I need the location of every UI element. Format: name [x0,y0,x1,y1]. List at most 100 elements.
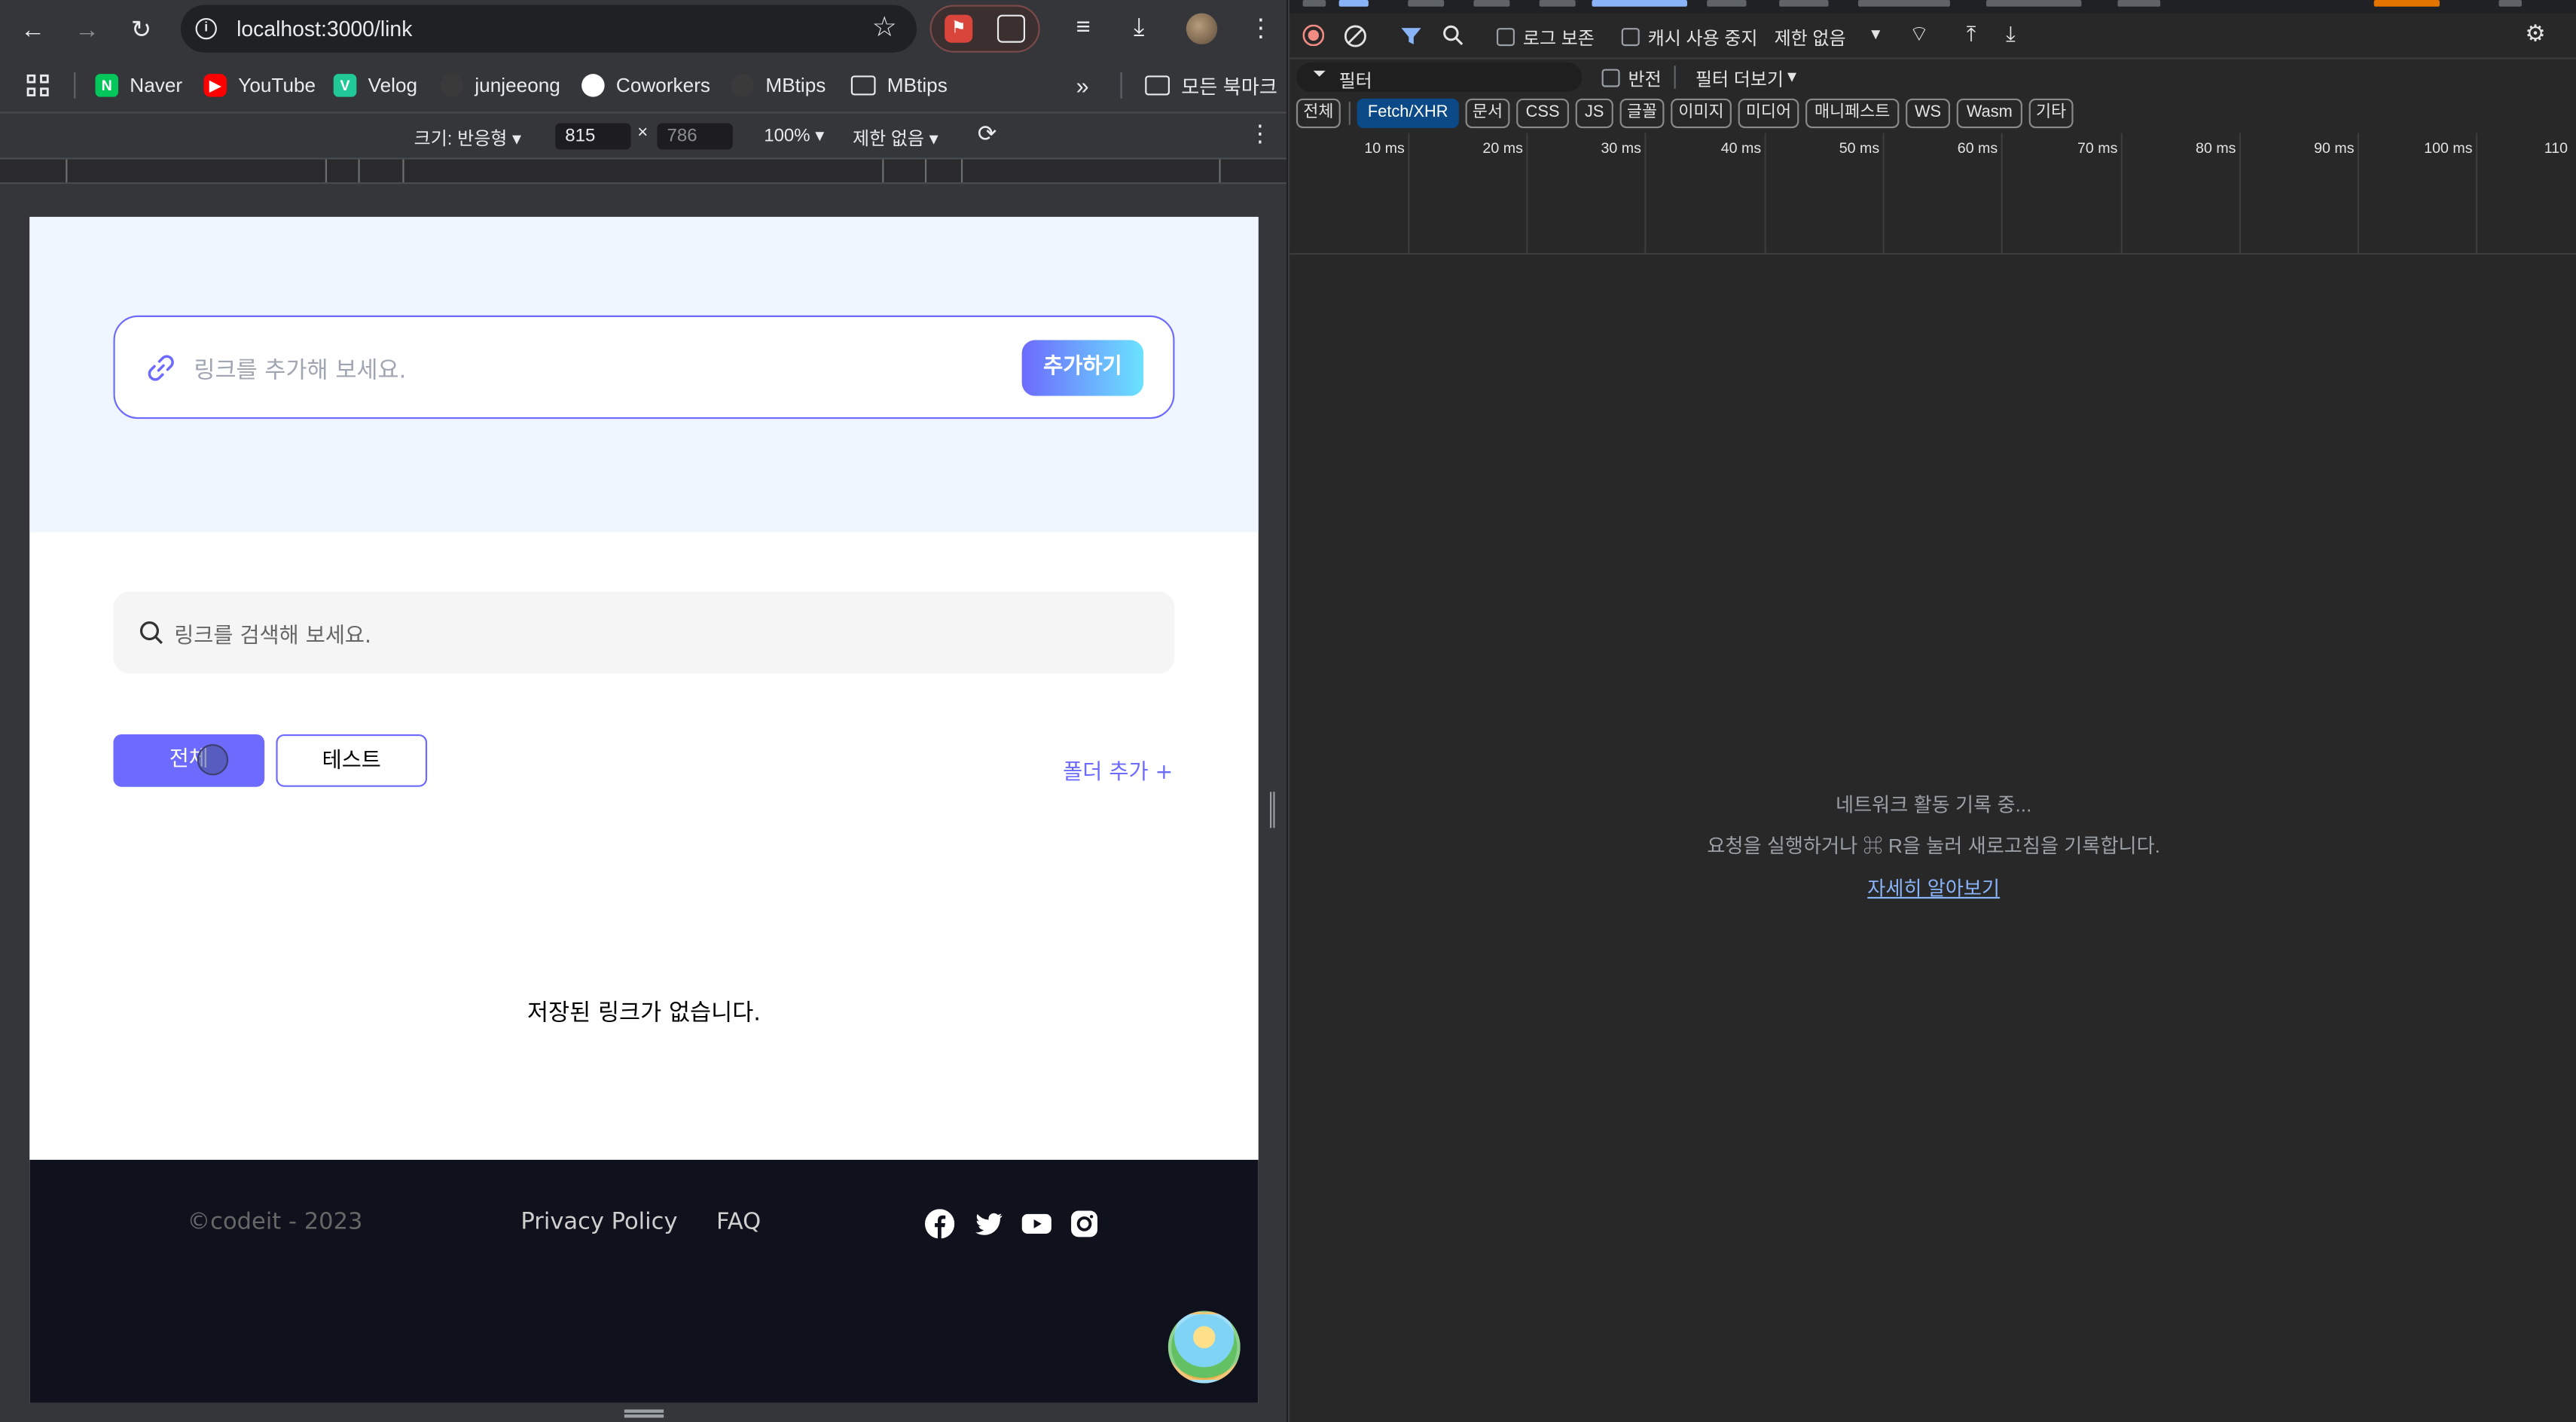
search-icon[interactable] [1442,25,1463,46]
recording-hint: 요청을 실행하거나 ⌘ R을 눌러 새로고침을 기록합니다. [1707,835,2161,858]
type-filter-img[interactable]: 이미지 [1671,98,1732,129]
bookmark-mbtips-github[interactable]: MBtips [731,72,826,99]
youtube-icon[interactable] [1021,1209,1051,1238]
type-filter-font[interactable]: 글꼴 [1619,98,1665,129]
facebook-icon[interactable] [924,1209,955,1239]
dropdown-arrow-icon[interactable]: ▾ [1787,66,1796,87]
folder-icon [1145,75,1170,96]
device-menu-kebab-icon[interactable]: ⋮ [1249,120,1272,148]
bottom-resize-bar[interactable] [0,1402,1286,1422]
device-size-dropdown[interactable]: 크기: 반응형 ▾ [414,125,521,151]
preserve-log-label: 로그 보존 [1522,29,1595,50]
bookmark-velog[interactable]: V Velog [333,72,417,99]
disable-cache-label: 캐시 사용 중지 [1647,29,1758,50]
rotate-icon[interactable]: ⟳ [978,120,997,148]
drag-handle-icon[interactable] [624,1409,664,1413]
type-filter-js[interactable]: JS [1575,98,1613,129]
site-info-icon[interactable]: i [195,17,217,40]
filter-placeholder: 필터 [1338,72,1372,93]
filter-funnel-icon[interactable] [1399,25,1423,48]
link-icon [148,355,174,381]
invert-checkbox[interactable] [1601,69,1620,87]
preserve-log-checkbox[interactable] [1497,28,1515,47]
network-throttle-dropdown[interactable]: 제한 없음 [1775,25,1846,51]
timeline-tick-label: 40 ms [1720,139,1762,157]
menu-kebab-icon[interactable]: ⋮ [1249,13,1274,43]
media-queue-icon[interactable]: ≡ [1076,13,1091,41]
type-filter-wasm[interactable]: Wasm [1956,98,2022,129]
add-folder-button[interactable]: 폴더 추가 + [1063,754,1173,786]
folder-chip-all[interactable]: 전체 [113,734,265,787]
filter-input[interactable]: ⏷ 필터 [1296,62,1583,93]
bookmark-youtube[interactable]: ▶ YouTube [203,72,316,99]
folder-chip-test[interactable]: 테스트 [276,734,428,787]
type-filter-all[interactable]: 전체 [1296,98,1341,129]
empty-state-message: 저장된 링크가 없습니다. [526,1000,762,1027]
type-filter-manifest[interactable]: 매니페스트 [1805,98,1900,129]
bookmark-mbtips-folder[interactable]: MBtips [850,72,948,99]
search-input[interactable]: 링크를 검색해 보세요. [113,591,1175,674]
bookmark-label: MBtips [887,74,948,97]
dropdown-arrow-icon[interactable]: ▾ [1871,23,1880,44]
network-toolbar: 로그 보존 캐시 사용 중지 제한 없음 ▾ ⌔ ⤒ ⤓ ⚙ [1290,13,2576,60]
network-conditions-wifi-icon[interactable]: ⌔ [1909,21,1929,47]
floating-beach-avatar[interactable] [1167,1311,1241,1384]
forward-arrow-icon[interactable]: → [67,10,106,49]
recording-title: 네트워크 활동 기록 중... [1835,793,2032,817]
reload-icon[interactable]: ↻ [121,10,160,49]
disable-cache-checkbox[interactable] [1621,28,1640,47]
viewport-width-input[interactable]: 815 [555,123,631,150]
export-har-icon[interactable]: ⤓ [2006,21,2016,47]
download-icon[interactable]: ⤓ [1134,13,1144,41]
profile-avatar[interactable] [1186,13,1218,44]
privacy-policy-link[interactable]: Privacy Policy [520,1209,677,1235]
timeline-tick-label: 90 ms [2314,139,2355,157]
type-filter-fetch-xhr[interactable]: Fetch/XHR [1357,98,1459,129]
type-filter-ws[interactable]: WS [1906,98,1950,129]
bookmark-naver[interactable]: N Naver [95,72,182,99]
extensions-group: ⚑ [929,5,1040,53]
all-bookmarks-folder[interactable]: 모든 북마크 [1145,72,1277,99]
page-viewport: 링크를 추가해 보세요. 추가하기 링크를 검색해 보세요. 전체 테스트 폴더… [29,216,1259,1403]
device-toolbar: 크기: 반응형 ▾ 815 × 786 100% ▾ 제한 없음 ▾ ⟳ ⋮ [0,111,1286,157]
faq-link[interactable]: FAQ [716,1209,761,1235]
extension-icon[interactable]: ⚑ [945,14,973,43]
search-placeholder: 링크를 검색해 보세요. [174,624,372,649]
device-resize-handle[interactable] [1270,792,1275,828]
viewport-height-input[interactable]: 786 [657,123,733,150]
more-filters-dropdown[interactable]: 필터 더보기 [1695,66,1784,92]
github-icon [731,74,755,97]
bookmark-star-icon[interactable]: ☆ [872,11,897,44]
zoom-dropdown[interactable]: 100% ▾ [764,125,824,146]
instagram-icon[interactable] [1070,1209,1099,1238]
learn-more-link[interactable]: 자세히 알아보기 [1290,874,2576,902]
back-arrow-icon[interactable]: ← [13,10,52,49]
record-stop-icon[interactable] [1302,24,1324,47]
add-link-button[interactable]: 추가하기 [1021,340,1144,396]
apps-grid-icon[interactable] [26,72,50,99]
timeline-tick-label: 110 [2544,139,2568,157]
import-har-icon[interactable]: ⤒ [1967,21,1976,47]
velog-icon: V [333,74,357,97]
type-filter-media[interactable]: 미디어 [1738,98,1799,129]
type-filter-css[interactable]: CSS [1516,98,1569,129]
timeline-tick-label: 70 ms [2077,139,2118,157]
bookmark-label: MBtips [765,74,826,97]
type-filter-other[interactable]: 기타 [2028,98,2074,129]
puzzle-icon[interactable] [997,14,1026,43]
network-overview-timeline[interactable]: 10 ms 20 ms 30 ms 40 ms 50 ms 60 ms 70 m… [1290,133,2576,255]
clear-icon[interactable] [1344,25,1367,48]
twitter-icon[interactable] [974,1209,1003,1238]
bookmark-junjeeong[interactable]: junjeeong [440,72,560,99]
add-link-input[interactable]: 링크를 추가해 보세요. 추가하기 [113,315,1175,420]
page-footer: ©codeit - 2023 Privacy Policy FAQ [29,1159,1259,1403]
zoom-label: 100% [764,126,810,147]
address-bar[interactable]: i localhost:3000/link ☆ [180,5,917,53]
settings-gear-icon[interactable]: ⚙ [2525,20,2545,47]
add-link-section: 링크를 추가해 보세요. 추가하기 [29,216,1259,532]
type-filter-doc[interactable]: 문서 [1465,98,1510,129]
bookmark-coworkers[interactable]: Coworkers [581,72,710,99]
throttle-dropdown[interactable]: 제한 없음 ▾ [853,125,939,151]
naver-icon: N [95,74,119,97]
bookmarks-overflow-chevron-icon[interactable]: » [1076,72,1089,99]
